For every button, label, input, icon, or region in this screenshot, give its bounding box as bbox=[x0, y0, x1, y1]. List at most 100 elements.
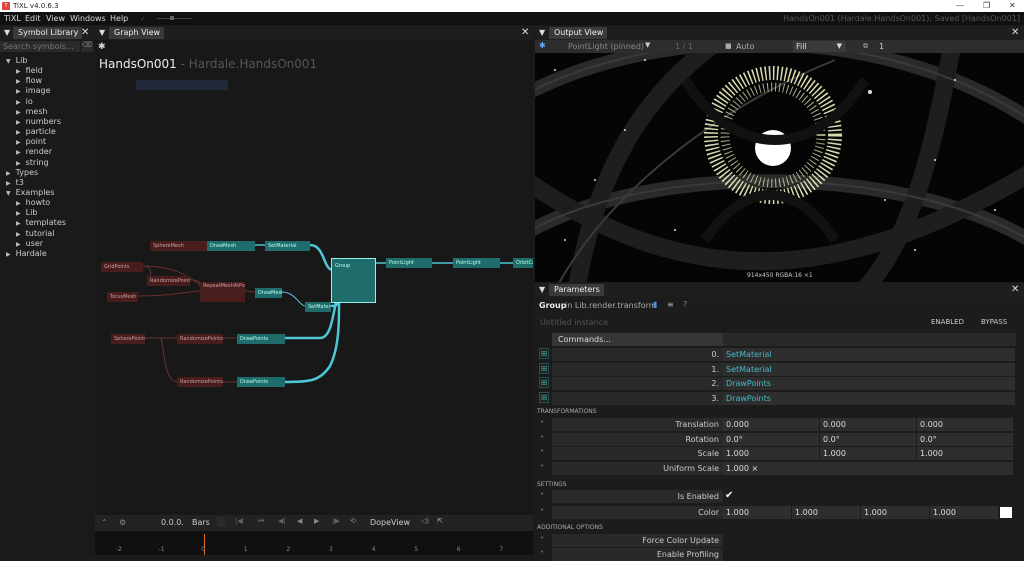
param-dot[interactable]: • bbox=[540, 433, 544, 441]
tree-item[interactable]: ▶ howto bbox=[16, 198, 50, 207]
instance-name[interactable]: Untitled instance bbox=[540, 318, 608, 327]
menu-windows[interactable]: Windows bbox=[70, 14, 106, 23]
tree-item[interactable]: ▶ particle bbox=[16, 127, 56, 136]
tree-item[interactable]: ▶ point bbox=[16, 137, 46, 146]
dropdown-icon[interactable]: ▼ bbox=[645, 41, 650, 49]
pin-icon[interactable]: ✱ bbox=[539, 41, 546, 50]
menu-help[interactable]: Help bbox=[110, 14, 128, 23]
param-dot[interactable]: • bbox=[540, 534, 544, 542]
node-draw-mesh-2[interactable]: DrawMesh bbox=[255, 288, 282, 298]
tree-item[interactable]: ▶ t3 bbox=[6, 178, 24, 187]
tab-parameters[interactable]: Parameters bbox=[549, 284, 604, 296]
panel-menu-icon[interactable]: ▼ bbox=[539, 28, 545, 37]
tree-item[interactable]: ▶ flow bbox=[16, 76, 42, 85]
audio-icon[interactable]: ◁) bbox=[421, 517, 429, 525]
node-set-material-2[interactable]: SetMaterial bbox=[305, 302, 331, 312]
pinned-label[interactable]: PointLight (pinned) bbox=[568, 42, 644, 51]
tree-item[interactable]: ▶ user bbox=[16, 239, 43, 248]
tab-output-view[interactable]: Output View bbox=[549, 27, 608, 39]
uniform-scale-input[interactable]: 1.000 × bbox=[723, 461, 1014, 475]
color-g[interactable]: 1.000 bbox=[792, 506, 861, 519]
node-draw-points-2[interactable]: DrawPoints bbox=[237, 377, 285, 387]
tree-item[interactable]: ▶ templates bbox=[16, 218, 66, 227]
node-grid-points[interactable]: GridPoints bbox=[101, 262, 143, 272]
node-repeat-mesh[interactable]: RepeatMeshAtPoints bbox=[200, 282, 245, 302]
node-randomize-points[interactable]: RandomizePoints bbox=[147, 276, 190, 286]
menu-view[interactable]: View bbox=[46, 14, 65, 23]
scale-select[interactable]: Fill ▼ bbox=[793, 41, 846, 52]
node-draw-mesh[interactable]: DrawMesh bbox=[207, 241, 255, 251]
node-orbit-cam[interactable]: OrbitCam bbox=[513, 258, 533, 268]
camera-icon[interactable]: ■ bbox=[725, 42, 732, 50]
tree-item[interactable]: ▶ tutorial bbox=[16, 229, 55, 238]
scale-y-input[interactable]: 1.000 bbox=[820, 447, 917, 460]
prev-keyframe-icon[interactable]: |◀ bbox=[235, 517, 243, 525]
loop-icon[interactable]: ⟲ bbox=[350, 517, 356, 525]
scale-x-input[interactable]: 1.000 bbox=[723, 447, 820, 460]
tree-item[interactable]: ▼ Lib bbox=[6, 56, 27, 65]
gear-icon[interactable]: ⚙ bbox=[119, 518, 126, 527]
minimize-icon[interactable]: — bbox=[956, 1, 964, 10]
translation-z-input[interactable]: 0.000 bbox=[917, 418, 1014, 431]
enabled-button[interactable]: ENABLED bbox=[931, 318, 964, 326]
node-sphere-mesh[interactable]: SphereMesh bbox=[150, 241, 208, 251]
param-dot[interactable]: • bbox=[540, 506, 544, 514]
time-display[interactable]: 0.0.0. bbox=[161, 518, 184, 527]
tree-item[interactable]: ▶ string bbox=[16, 158, 49, 167]
snap-icon[interactable]: ⇱ bbox=[437, 517, 443, 525]
command-link[interactable]: DrawPoints bbox=[723, 391, 1016, 405]
clear-search-icon[interactable]: ⌫ bbox=[81, 41, 93, 52]
rotation-x-input[interactable]: 0.0° bbox=[723, 432, 820, 446]
command-link[interactable]: SetMaterial bbox=[723, 362, 1016, 376]
play-icon[interactable]: ▶ bbox=[314, 517, 319, 525]
param-dot[interactable]: • bbox=[540, 462, 544, 470]
bookmark-icon[interactable]: ▮ bbox=[653, 300, 657, 309]
scale-z-input[interactable]: 1.000 bbox=[917, 447, 1014, 460]
resolution-icon[interactable]: ⧉ bbox=[863, 42, 868, 51]
play-back-icon[interactable]: ◀ bbox=[297, 517, 302, 525]
param-dot[interactable]: • bbox=[540, 447, 544, 455]
time-unit[interactable]: Bars bbox=[192, 518, 210, 527]
color-r[interactable]: 1.000 bbox=[723, 506, 792, 519]
resolution-count[interactable]: 1 bbox=[879, 42, 884, 51]
enabled-checkbox[interactable]: ✔ bbox=[725, 490, 733, 501]
close-icon[interactable]: ✕ bbox=[1011, 284, 1019, 295]
node-draw-points-1[interactable]: DrawPoints bbox=[237, 334, 285, 344]
translation-y-input[interactable]: 0.000 bbox=[820, 418, 917, 431]
camera-mode[interactable]: Auto bbox=[736, 42, 755, 51]
maximize-icon[interactable]: ❐ bbox=[983, 1, 990, 10]
tree-item[interactable]: ▶ Hardale bbox=[6, 249, 47, 258]
close-icon[interactable]: ✕ bbox=[1011, 27, 1019, 38]
color-a[interactable]: 1.000 bbox=[930, 506, 999, 519]
close-icon[interactable]: ✕ bbox=[81, 27, 89, 38]
menu-tixl[interactable]: TiXL bbox=[4, 14, 21, 23]
plus-icon[interactable]: ⊞ bbox=[539, 377, 549, 388]
command-link[interactable]: DrawPoints bbox=[723, 377, 1016, 390]
panel-menu-icon[interactable]: ▼ bbox=[4, 28, 10, 37]
color-swatch[interactable] bbox=[1000, 507, 1012, 518]
collapse-icon[interactable]: ⌃ bbox=[101, 518, 108, 527]
menu-edit[interactable]: Edit bbox=[25, 14, 41, 23]
tree-item[interactable]: ▶ field bbox=[16, 66, 43, 75]
node-group[interactable]: Group bbox=[331, 258, 376, 303]
render-preview[interactable] bbox=[535, 40, 1024, 282]
list-icon[interactable]: ≡ bbox=[667, 300, 674, 309]
node-randomize-points-2[interactable]: RandomizePoints bbox=[177, 377, 223, 387]
operator-path[interactable]: in Lib.render.transform bbox=[565, 301, 657, 310]
plus-icon[interactable]: ⊞ bbox=[539, 391, 549, 403]
help-icon[interactable]: ? bbox=[683, 300, 687, 309]
node-set-material[interactable]: SetMaterial bbox=[265, 241, 310, 251]
tree-item[interactable]: ▶ io bbox=[16, 97, 33, 106]
node-point-light-2[interactable]: PointLight bbox=[453, 258, 500, 268]
tree-item[interactable]: ▶ Lib bbox=[16, 208, 37, 217]
node-randomize-points-1[interactable]: RandomizePoints bbox=[177, 334, 223, 344]
tree-item[interactable]: ▶ mesh bbox=[16, 107, 48, 116]
tree-item[interactable]: ▶ render bbox=[16, 147, 52, 156]
dope-view-label[interactable]: DopeView bbox=[370, 518, 410, 527]
close-window-icon[interactable]: ✕ bbox=[1009, 1, 1016, 10]
search-input[interactable]: Search symbols... bbox=[0, 41, 80, 52]
step-back-icon[interactable]: ◀| bbox=[278, 517, 286, 525]
node-sphere-points[interactable]: SpherePoints bbox=[111, 334, 145, 344]
color-b[interactable]: 1.000 bbox=[861, 506, 930, 519]
timeline-ruler[interactable]: -2 -1 0 1 2 3 4 5 6 7 bbox=[95, 531, 533, 555]
